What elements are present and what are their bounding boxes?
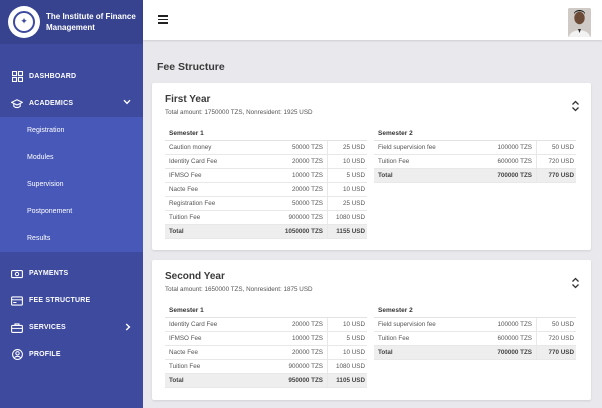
avatar[interactable] <box>568 8 591 37</box>
sidebar-item-label: ACADEMICS <box>29 100 74 107</box>
payments-icon <box>11 268 23 280</box>
chevron-right-icon <box>125 323 131 333</box>
sidebar-item-label: PAYMENTS <box>29 270 69 277</box>
table-row: Tuition Fee 900000 TZS 1080 USD <box>165 360 367 374</box>
semester-title: Semester 1 <box>165 304 367 318</box>
table-row: Nacte Fee 20000 TZS 10 USD <box>165 183 367 197</box>
brand[interactable]: ✦ The Institute of Finance Management <box>0 0 143 44</box>
sidebar: ✦ The Institute of Finance Management DA… <box>0 0 143 408</box>
year-card-second: Second Year Total amount: 1650000 TZS, N… <box>152 260 591 400</box>
sidebar-item-modules[interactable]: Modules <box>0 144 143 171</box>
menu-icon[interactable] <box>158 15 168 24</box>
semester-table: Semester 1 Caution money 50000 TZS 25 USD … <box>165 127 367 239</box>
sidebar-item-supervision[interactable]: Supervision <box>0 171 143 198</box>
chevron-down-icon <box>123 99 131 107</box>
semester-title: Semester 2 <box>374 304 576 318</box>
user-circle-icon <box>11 349 23 361</box>
card-title: Second Year <box>165 271 225 282</box>
dashboard-icon <box>11 71 23 83</box>
semester-table: Semester 2 Field supervision fee 100000 T… <box>374 304 576 360</box>
sidebar-item-label: FEE STRUCTURE <box>29 297 91 304</box>
table-row: Field supervision fee 100000 TZS 50 USD <box>374 141 576 155</box>
sidebar-item-academics[interactable]: ACADEMICS <box>0 90 143 117</box>
sidebar-item-dashboard[interactable]: DASHBOARD <box>0 63 143 90</box>
table-total-row: Total 950000 TZS 1105 USD <box>165 374 367 388</box>
graduation-cap-icon <box>11 98 23 110</box>
table-total-row: Total 700000 TZS 770 USD <box>374 346 576 360</box>
table-row: Tuition Fee 900000 TZS 1080 USD <box>165 211 367 225</box>
sidebar-item-profile[interactable]: PROFILE <box>0 341 143 368</box>
fee-structure-icon <box>11 295 23 307</box>
table-row: Identity Card Fee 20000 TZS 10 USD <box>165 155 367 169</box>
expand-collapse-icon[interactable] <box>571 99 580 112</box>
semester-title: Semester 1 <box>165 127 367 141</box>
emblem-icon: ✦ <box>8 6 40 38</box>
sidebar-item-postponement[interactable]: Postponement <box>0 198 143 225</box>
semester-table: Semester 2 Field supervision fee 100000 T… <box>374 127 576 183</box>
academics-submenu: Registration Modules Supervision Postpon… <box>0 117 143 252</box>
table-row: IFMSO Fee 10000 TZS 5 USD <box>165 169 367 183</box>
table-row: IFMSO Fee 10000 TZS 5 USD <box>165 332 367 346</box>
table-total-row: Total 1050000 TZS 1155 USD <box>165 225 367 239</box>
table-row: Tuition Fee 600000 TZS 720 USD <box>374 155 576 169</box>
briefcase-icon <box>11 322 23 334</box>
brand-name: The Institute of Finance Management <box>46 12 136 32</box>
table-row: Tuition Fee 600000 TZS 720 USD <box>374 332 576 346</box>
table-row: Caution money 50000 TZS 25 USD <box>165 141 367 155</box>
sidebar-item-label: DASHBOARD <box>29 73 77 80</box>
sidebar-item-label: SERVICES <box>29 324 66 331</box>
sidebar-nav: DASHBOARD ACADEMICS Registration Modules… <box>0 63 143 368</box>
sidebar-item-payments[interactable]: PAYMENTS <box>0 260 143 287</box>
topbar <box>143 0 602 40</box>
sidebar-item-services[interactable]: SERVICES <box>0 314 143 341</box>
semester-table: Semester 1 Identity Card Fee 20000 TZS 10 … <box>165 304 367 388</box>
table-total-row: Total 700000 TZS 770 USD <box>374 169 576 183</box>
card-summary: Total amount: 1650000 TZS, Nonresident: … <box>165 286 313 293</box>
semester-title: Semester 2 <box>374 127 576 141</box>
page-title: Fee Structure <box>157 61 225 73</box>
sidebar-item-label: PROFILE <box>29 351 61 358</box>
table-row: Nacte Fee 20000 TZS 10 USD <box>165 346 367 360</box>
sidebar-item-results[interactable]: Results <box>0 225 143 252</box>
year-card-first: First Year Total amount: 1750000 TZS, No… <box>152 83 591 250</box>
expand-collapse-icon[interactable] <box>571 276 580 289</box>
card-summary: Total amount: 1750000 TZS, Nonresident: … <box>165 109 313 116</box>
table-row: Registration Fee 50000 TZS 25 USD <box>165 197 367 211</box>
main-content: Fee Structure First Year Total amount: 1… <box>143 40 602 408</box>
table-row: Identity Card Fee 20000 TZS 10 USD <box>165 318 367 332</box>
sidebar-item-fee-structure[interactable]: FEE STRUCTURE <box>0 287 143 314</box>
card-title: First Year <box>165 94 211 105</box>
table-row: Field supervision fee 100000 TZS 50 USD <box>374 318 576 332</box>
sidebar-item-registration[interactable]: Registration <box>0 117 143 144</box>
